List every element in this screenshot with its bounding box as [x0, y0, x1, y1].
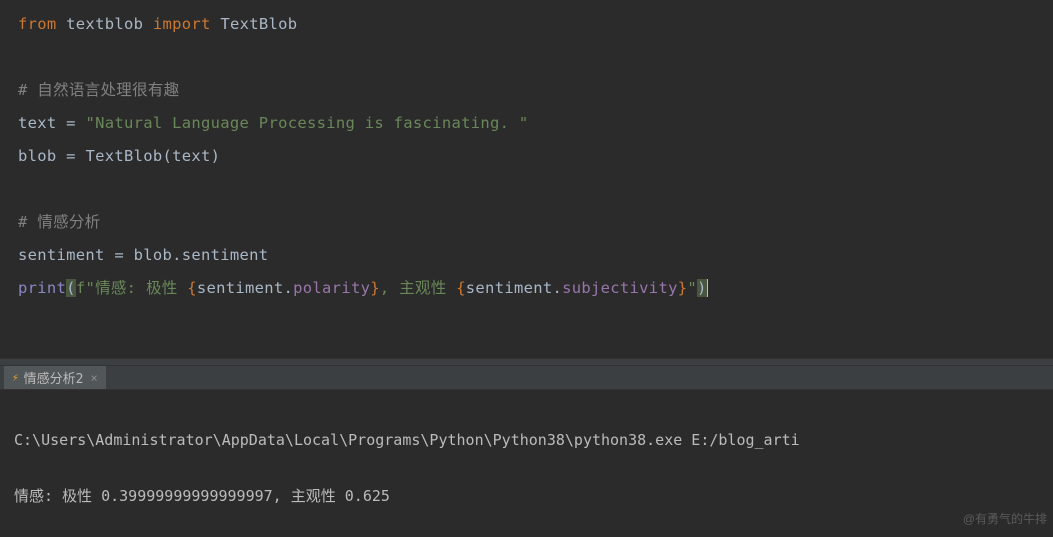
code-line-8: sentiment = blob.sentiment [18, 239, 1035, 272]
dot: . [552, 279, 562, 297]
watermark: @有勇气的牛排 [963, 505, 1047, 533]
variable: sentiment [18, 246, 114, 264]
pane-splitter[interactable] [0, 358, 1053, 366]
comment-text: # 情感分析 [18, 213, 100, 231]
keyword-import: import [153, 15, 211, 33]
console-output[interactable]: C:\Users\Administrator\AppData\Local\Pro… [0, 390, 1053, 537]
fexpr-attr: subjectivity [562, 279, 678, 297]
attr-expr: blob.sentiment [134, 246, 269, 264]
builtin-print: print [18, 279, 66, 297]
fexpr-attr: polarity [293, 279, 370, 297]
console-line-output: 情感: 极性 0.39999999999999997, 主观性 0.625 [14, 482, 1039, 510]
code-line-3-comment: # 自然语言处理很有趣 [18, 74, 1035, 107]
console-tab[interactable]: ⚡ 情感分析2 × [4, 366, 106, 389]
run-icon: ⚡ [12, 371, 19, 384]
code-line-4: text = "Natural Language Processing is f… [18, 107, 1035, 140]
code-line-5: blob = TextBlob(text) [18, 140, 1035, 173]
paren-close-highlight: ) [697, 279, 708, 297]
comment-text: # 自然语言处理很有趣 [18, 81, 179, 99]
code-editor[interactable]: from textblob import TextBlob # 自然语言处理很有… [0, 0, 1053, 358]
equals: = [66, 147, 85, 165]
brace-open: { [456, 279, 466, 297]
fexpr-obj: sentiment [197, 279, 284, 297]
equals: = [114, 246, 133, 264]
code-line-6-blank [18, 173, 1035, 206]
code-line-7-comment: # 情感分析 [18, 206, 1035, 239]
paren-open-highlight: ( [66, 279, 76, 297]
keyword-from: from [18, 15, 57, 33]
code-line-2-blank [18, 41, 1035, 74]
import-name: TextBlob [220, 15, 297, 33]
code-line-9: print(f"情感: 极性 {sentiment.polarity}, 主观性… [18, 272, 1035, 305]
variable: text [18, 114, 66, 132]
dot: . [284, 279, 294, 297]
fstring-end: " [687, 279, 697, 297]
fstring-part: , 主观性 [380, 279, 456, 297]
f-prefix: f [76, 279, 86, 297]
console-tab-label: 情感分析2 [24, 368, 84, 387]
brace-open: { [187, 279, 197, 297]
brace-close: } [678, 279, 688, 297]
variable: blob [18, 147, 66, 165]
fexpr-obj: sentiment [466, 279, 553, 297]
console-tab-bar: ⚡ 情感分析2 × [0, 366, 1053, 390]
call-expr: TextBlob(text) [85, 147, 220, 165]
brace-close: } [370, 279, 380, 297]
close-tab-icon[interactable]: × [90, 371, 97, 385]
fstring-part: "情感: 极性 [85, 279, 187, 297]
string-literal: "Natural Language Processing is fascinat… [85, 114, 528, 132]
module-name: textblob [66, 15, 143, 33]
equals: = [66, 114, 85, 132]
code-line-1: from textblob import TextBlob [18, 8, 1035, 41]
console-line-command: C:\Users\Administrator\AppData\Local\Pro… [14, 426, 1039, 454]
